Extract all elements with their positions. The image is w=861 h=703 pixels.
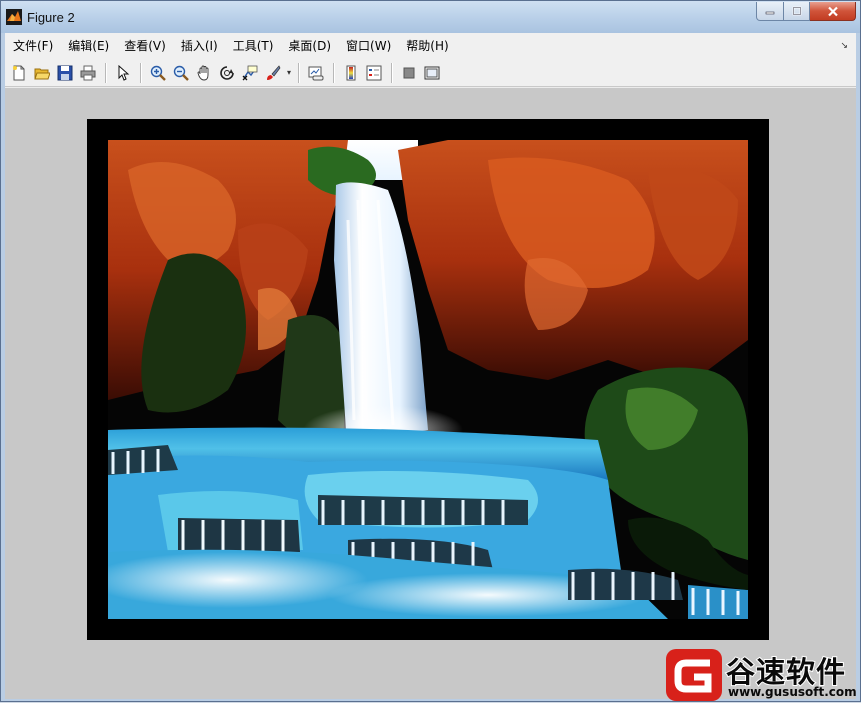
menu-desktop[interactable]: 桌面(D) — [280, 33, 338, 59]
hide-plot-tools-button[interactable] — [398, 62, 420, 84]
open-file-button[interactable] — [31, 62, 53, 84]
close-button[interactable] — [810, 2, 856, 21]
data-cursor-icon — [242, 65, 258, 80]
save-figure-button[interactable] — [54, 62, 76, 84]
link-plot-icon — [308, 66, 324, 80]
zoom-in-button[interactable] — [147, 62, 169, 84]
zoom-out-button[interactable] — [170, 62, 192, 84]
rotate-3d-icon — [220, 65, 234, 80]
save-icon — [57, 65, 73, 80]
menu-file[interactable]: 文件(F) — [5, 33, 60, 59]
zoom-out-icon — [173, 65, 189, 81]
toolbar-separator — [391, 62, 393, 83]
colorbar-icon — [346, 65, 356, 80]
open-folder-icon — [34, 68, 50, 79]
link-plot-button[interactable] — [305, 62, 327, 84]
window-client: 文件(F) 编辑(E) 查看(V) 插入(I) 工具(T) 桌面(D) 窗口(W… — [5, 33, 856, 699]
restore-icon — [792, 6, 801, 16]
menu-edit[interactable]: 编辑(E) — [60, 33, 116, 59]
gususoft-logo-icon — [666, 649, 722, 701]
legend-icon — [366, 65, 382, 80]
pan-button[interactable] — [193, 62, 215, 84]
print-figure-button[interactable] — [77, 62, 99, 84]
hide-plot-tools-icon — [403, 67, 415, 78]
show-plot-tools-button[interactable] — [421, 62, 443, 84]
rotate-3d-button[interactable] — [216, 62, 238, 84]
toolbar-separator — [333, 62, 335, 83]
menu-help[interactable]: 帮助(H) — [398, 33, 455, 59]
edit-plot-button[interactable] — [112, 62, 134, 84]
close-icon — [827, 6, 838, 16]
brush-icon — [267, 64, 281, 80]
figure-canvas — [5, 88, 856, 699]
toolbar-separator — [140, 62, 142, 83]
toolbar-separator — [298, 62, 300, 83]
show-plot-tools-icon — [424, 66, 440, 79]
menu-tools[interactable]: 工具(T) — [225, 33, 281, 59]
insert-colorbar-button[interactable] — [340, 62, 362, 84]
figure-window: Figure 2 文件(F) 编辑(E) 查看(V) 插入(I) 工具(T) 桌… — [0, 0, 861, 702]
figure-toolbar: ▾ — [5, 59, 856, 87]
watermark: 谷速软件 www.gususoft.com — [664, 647, 861, 703]
menu-view[interactable]: 查看(V) — [116, 33, 173, 59]
insert-legend-button[interactable] — [363, 62, 385, 84]
watermark-url: www.gususoft.com — [728, 685, 857, 699]
brush-button[interactable] — [262, 62, 284, 84]
brush-dropdown-chevron-down-icon[interactable]: ▾ — [285, 68, 293, 77]
axes-frame — [87, 119, 769, 640]
menu-bar: 文件(F) 编辑(E) 查看(V) 插入(I) 工具(T) 桌面(D) 窗口(W… — [5, 33, 856, 59]
minimize-button[interactable] — [756, 2, 784, 21]
pan-hand-icon — [197, 65, 209, 80]
menu-insert[interactable]: 插入(I) — [173, 33, 225, 59]
select-arrow-icon — [118, 64, 130, 81]
matlab-logo-icon — [6, 9, 22, 25]
window-title: Figure 2 — [27, 10, 75, 25]
new-figure-button[interactable] — [8, 62, 30, 84]
data-cursor-button[interactable] — [239, 62, 261, 84]
new-file-icon — [13, 65, 25, 80]
menu-dock-arrow-icon[interactable]: ↘ — [840, 41, 848, 51]
toolbar-separator — [105, 62, 107, 83]
print-icon — [80, 65, 96, 80]
title-bar[interactable]: Figure 2 — [1, 1, 860, 33]
waterfall-image-drawing — [108, 140, 748, 619]
zoom-in-icon — [150, 65, 166, 81]
menu-window[interactable]: 窗口(W) — [338, 33, 398, 59]
maximize-button[interactable] — [784, 2, 810, 21]
minimize-icon — [765, 11, 775, 15]
waterfall-image[interactable] — [108, 140, 748, 619]
